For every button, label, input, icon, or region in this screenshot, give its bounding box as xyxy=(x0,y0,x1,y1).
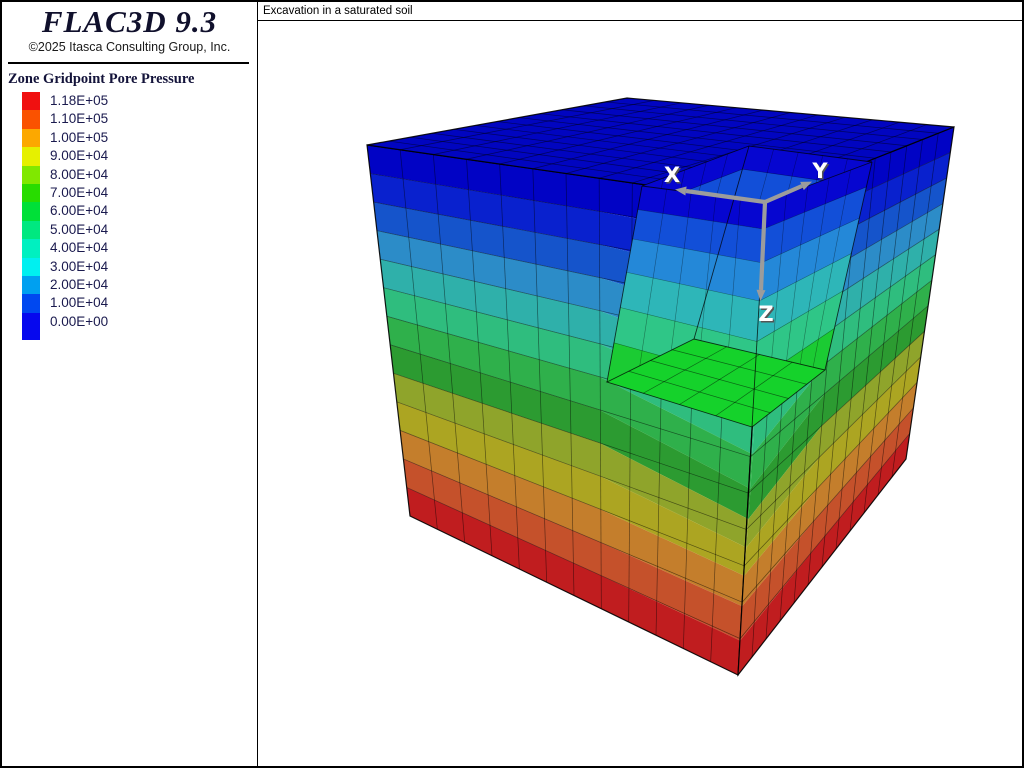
legend-value: 1.00E+04 xyxy=(50,294,108,312)
legend-swatch xyxy=(22,221,40,239)
legend-row: 7.00E+04 xyxy=(22,184,257,202)
legend-swatch xyxy=(22,147,40,165)
plot-caption: Excavation in a saturated soil xyxy=(263,5,413,17)
axis-label-y: Y xyxy=(811,159,828,183)
color-legend: 1.18E+051.10E+051.00E+059.00E+048.00E+04… xyxy=(22,92,257,331)
legend-row: 4.00E+04 xyxy=(22,239,257,257)
axis-label-x: X xyxy=(664,163,680,187)
legend-value: 9.00E+04 xyxy=(50,147,108,165)
legend-swatch xyxy=(22,258,40,276)
legend-row: 0.00E+00 xyxy=(22,313,257,331)
legend-panel: FLAC3D 9.3 ©2025 Itasca Consulting Group… xyxy=(2,2,258,766)
legend-row: 1.00E+05 xyxy=(22,129,257,147)
legend-row: 1.18E+05 xyxy=(22,92,257,110)
legend-value: 8.00E+04 xyxy=(50,166,108,184)
panel-divider xyxy=(8,62,249,64)
legend-value: 7.00E+04 xyxy=(50,184,108,202)
legend-swatch xyxy=(22,184,40,202)
legend-swatch xyxy=(22,129,40,147)
legend-row: 8.00E+04 xyxy=(22,166,257,184)
legend-swatch xyxy=(22,92,40,110)
legend-swatch xyxy=(22,313,40,340)
legend-swatch xyxy=(22,202,40,220)
legend-value: 1.10E+05 xyxy=(50,110,108,128)
legend-swatch xyxy=(22,276,40,294)
legend-row: 1.10E+05 xyxy=(22,110,257,128)
legend-row: 1.00E+04 xyxy=(22,294,257,312)
legend-swatch xyxy=(22,110,40,128)
axis-label-z: Z xyxy=(758,302,773,326)
legend-value: 5.00E+04 xyxy=(50,221,108,239)
legend-swatch xyxy=(22,239,40,257)
legend-row: 5.00E+04 xyxy=(22,221,257,239)
legend-value: 1.00E+05 xyxy=(50,129,108,147)
plot-caption-bar: Excavation in a saturated soil xyxy=(258,2,1022,21)
legend-row: 3.00E+04 xyxy=(22,258,257,276)
legend-value: 6.00E+04 xyxy=(50,202,108,220)
legend-value: 1.18E+05 xyxy=(50,92,108,110)
legend-title: Zone Gridpoint Pore Pressure xyxy=(8,71,257,88)
flac3d-window: XXYYZZ FLAC3D 9.3 ©2025 Itasca Consultin… xyxy=(0,0,1024,768)
app-title: FLAC3D 9.3 xyxy=(2,5,257,39)
copyright-text: ©2025 Itasca Consulting Group, Inc. xyxy=(2,40,257,54)
legend-value: 4.00E+04 xyxy=(50,239,108,257)
legend-value: 2.00E+04 xyxy=(50,276,108,294)
legend-row: 2.00E+04 xyxy=(22,276,257,294)
legend-swatch xyxy=(22,294,40,312)
legend-row: 9.00E+04 xyxy=(22,147,257,165)
legend-row: 6.00E+04 xyxy=(22,202,257,220)
legend-value: 0.00E+00 xyxy=(50,313,108,331)
legend-swatch xyxy=(22,166,40,184)
legend-value: 3.00E+04 xyxy=(50,258,108,276)
